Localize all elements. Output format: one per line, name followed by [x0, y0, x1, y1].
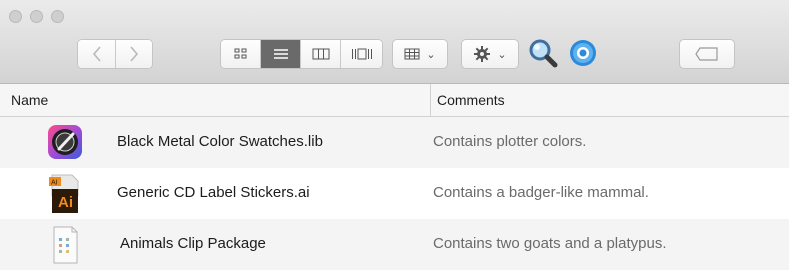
file-comment: Contains plotter colors.: [433, 133, 587, 150]
file-row[interactable]: AI Ai Generic CD Label Stickers.ai Conta…: [0, 168, 789, 219]
list-view-icon: [273, 49, 288, 59]
chevron-right-icon: [130, 46, 139, 62]
finder-window: ⌄ ⌄ Name Comments Black Metal Color Swat…: [0, 0, 789, 274]
chevron-left-icon: [92, 46, 101, 62]
magnifier-icon: [529, 39, 558, 68]
zoom-window-button[interactable]: [51, 10, 64, 23]
document-package-icon: [46, 225, 84, 264]
view-mode-segment: [220, 39, 383, 69]
color-swatch-app-icon: [46, 123, 84, 161]
file-row[interactable]: Animals Clip Package Contains two goats …: [0, 219, 789, 270]
chevron-down-icon: ⌄: [497, 48, 507, 61]
forward-button[interactable]: [116, 40, 152, 68]
toolbar: ⌄ ⌄: [0, 0, 789, 84]
ai-logo-text: Ai: [58, 194, 73, 211]
cover-flow-view-button[interactable]: [341, 40, 382, 68]
comments-column-header[interactable]: Comments: [437, 92, 505, 108]
sync-button[interactable]: [569, 39, 597, 67]
arrange-grid-icon: [404, 48, 420, 60]
cover-flow-view-icon: [351, 48, 372, 60]
file-row[interactable]: Black Metal Color Swatches.lib Contains …: [0, 117, 789, 168]
list-view-button[interactable]: [261, 40, 301, 68]
tag-icon: [695, 47, 718, 61]
column-view-button[interactable]: [301, 40, 341, 68]
tags-button[interactable]: [679, 39, 735, 69]
icon-view-button[interactable]: [221, 40, 261, 68]
arrange-button[interactable]: ⌄: [392, 39, 448, 69]
globe-badge-icon: [570, 40, 596, 66]
name-column-header[interactable]: Name: [11, 92, 48, 108]
svg-text:AI: AI: [51, 180, 58, 187]
file-comment: Contains a badger-like mammal.: [433, 184, 649, 201]
file-comment: Contains two goats and a platypus.: [433, 235, 667, 252]
icon-view-icon: [234, 48, 246, 59]
file-name: Generic CD Label Stickers.ai: [117, 184, 310, 201]
illustrator-file-icon: AI Ai: [46, 174, 84, 213]
file-name: Animals Clip Package: [120, 235, 266, 252]
column-view-icon: [312, 48, 329, 60]
back-button[interactable]: [78, 40, 116, 68]
column-divider[interactable]: [430, 84, 431, 117]
search-button[interactable]: [528, 38, 558, 68]
close-window-button[interactable]: [9, 10, 22, 23]
nav-segment: [77, 39, 153, 69]
file-name: Black Metal Color Swatches.lib: [117, 133, 323, 150]
chevron-down-icon: ⌄: [426, 48, 436, 61]
action-button[interactable]: ⌄: [461, 39, 519, 69]
column-header: Name Comments: [0, 84, 789, 117]
minimize-window-button[interactable]: [30, 10, 43, 23]
gear-icon: [474, 46, 491, 62]
